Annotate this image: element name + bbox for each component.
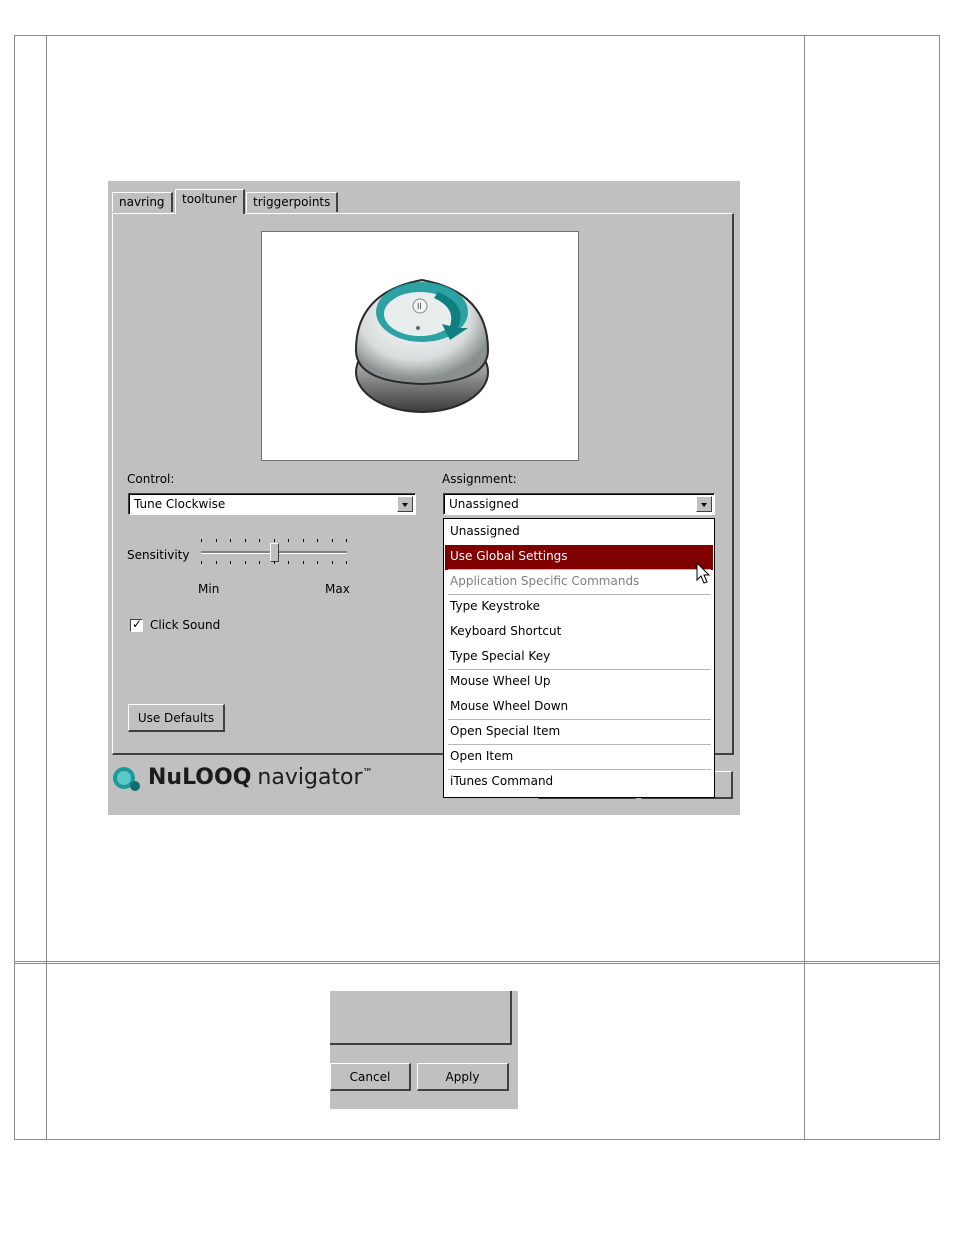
slider-tick xyxy=(332,561,333,564)
mouse-cursor-icon xyxy=(696,562,711,584)
table-divider xyxy=(14,963,940,964)
sensitivity-min-label: Min xyxy=(198,582,220,596)
slider-tick xyxy=(346,539,347,542)
table-divider xyxy=(804,35,805,1140)
dropdown-item[interactable]: Application Specific Commands xyxy=(445,570,713,595)
checkmark-icon: ✓ xyxy=(132,617,143,631)
slider-tick xyxy=(259,539,260,542)
control-value: Tune Clockwise xyxy=(134,497,226,511)
slider-tick xyxy=(259,561,260,564)
use-defaults-button[interactable]: Use Defaults xyxy=(128,704,225,732)
trademark-mark: ™ xyxy=(362,767,373,779)
assignment-value: Unassigned xyxy=(449,497,519,511)
slider-tick xyxy=(288,561,289,564)
logo-brand: NuLOOQ xyxy=(148,765,252,790)
tab-triggerpoints[interactable]: triggerpoints xyxy=(246,192,339,212)
slider-tick xyxy=(216,561,217,564)
tab-tooltuner[interactable]: tooltuner xyxy=(175,189,245,214)
svg-text:II: II xyxy=(417,302,422,311)
cancel-button[interactable]: Cancel xyxy=(330,1063,411,1091)
chevron-down-icon[interactable] xyxy=(397,496,413,512)
dropdown-item[interactable]: Open Item xyxy=(445,745,713,770)
sensitivity-label: Sensitivity xyxy=(127,548,190,562)
slider-tick xyxy=(303,561,304,564)
dropdown-item[interactable]: Keyboard Shortcut xyxy=(445,620,713,645)
slider-tick xyxy=(274,539,275,542)
chevron-down-icon[interactable] xyxy=(696,496,712,512)
logo-product: navigator xyxy=(257,765,363,790)
nuloq-logo-icon xyxy=(113,767,140,791)
dropdown-item[interactable]: Open Special Item xyxy=(445,720,713,745)
click-sound-label: Click Sound xyxy=(150,618,221,632)
slider-tick xyxy=(230,539,231,542)
fragment-panel-edge xyxy=(330,991,512,1045)
table-divider xyxy=(14,961,940,962)
assignment-label: Assignment: xyxy=(442,472,517,486)
slider-tick xyxy=(274,561,275,564)
dropdown-item[interactable]: Type Keystroke xyxy=(445,595,713,620)
slider-tick xyxy=(216,539,217,542)
slider-tick xyxy=(230,561,231,564)
nuloq-knob-image: II xyxy=(354,278,490,413)
assignment-dropdown-list[interactable]: Unassigned Use Global Settings Application… xyxy=(443,518,715,798)
dialog-fragment: Cancel Apply xyxy=(330,991,518,1109)
sensitivity-max-label: Max xyxy=(325,582,350,596)
device-preview: II xyxy=(261,231,579,461)
apply-button[interactable]: Apply xyxy=(417,1063,509,1091)
control-select[interactable]: Tune Clockwise xyxy=(128,493,416,515)
click-sound-checkbox[interactable]: ✓ xyxy=(130,617,143,632)
dropdown-item[interactable]: iTunes Command xyxy=(445,770,713,795)
slider-tick xyxy=(346,561,347,564)
dropdown-item[interactable]: Mouse Wheel Down xyxy=(445,695,713,720)
dropdown-item[interactable]: Type Special Key xyxy=(445,645,713,670)
dropdown-item[interactable]: Unassigned xyxy=(445,520,713,545)
slider-tick xyxy=(245,539,246,542)
table-divider xyxy=(46,35,47,1140)
control-label: Control: xyxy=(127,472,175,486)
sensitivity-slider[interactable] xyxy=(201,534,349,570)
logo-text: NuLOOQ navigator™ xyxy=(148,765,373,790)
dropdown-item[interactable]: Use Global Settings xyxy=(445,545,713,570)
slider-tick xyxy=(201,539,202,542)
slider-tick xyxy=(245,561,246,564)
slider-tick xyxy=(303,539,304,542)
slider-thumb[interactable] xyxy=(270,543,279,562)
slider-tick xyxy=(317,561,318,564)
slider-tick xyxy=(201,561,202,564)
tab-navring[interactable]: navring xyxy=(112,192,173,212)
slider-tick xyxy=(288,539,289,542)
dropdown-item[interactable]: Mouse Wheel Up xyxy=(445,670,713,695)
slider-tick xyxy=(332,539,333,542)
nuloq-logo: NuLOOQ navigator™ xyxy=(110,764,373,794)
slider-tick xyxy=(317,539,318,542)
assignment-select[interactable]: Unassigned xyxy=(443,493,715,515)
